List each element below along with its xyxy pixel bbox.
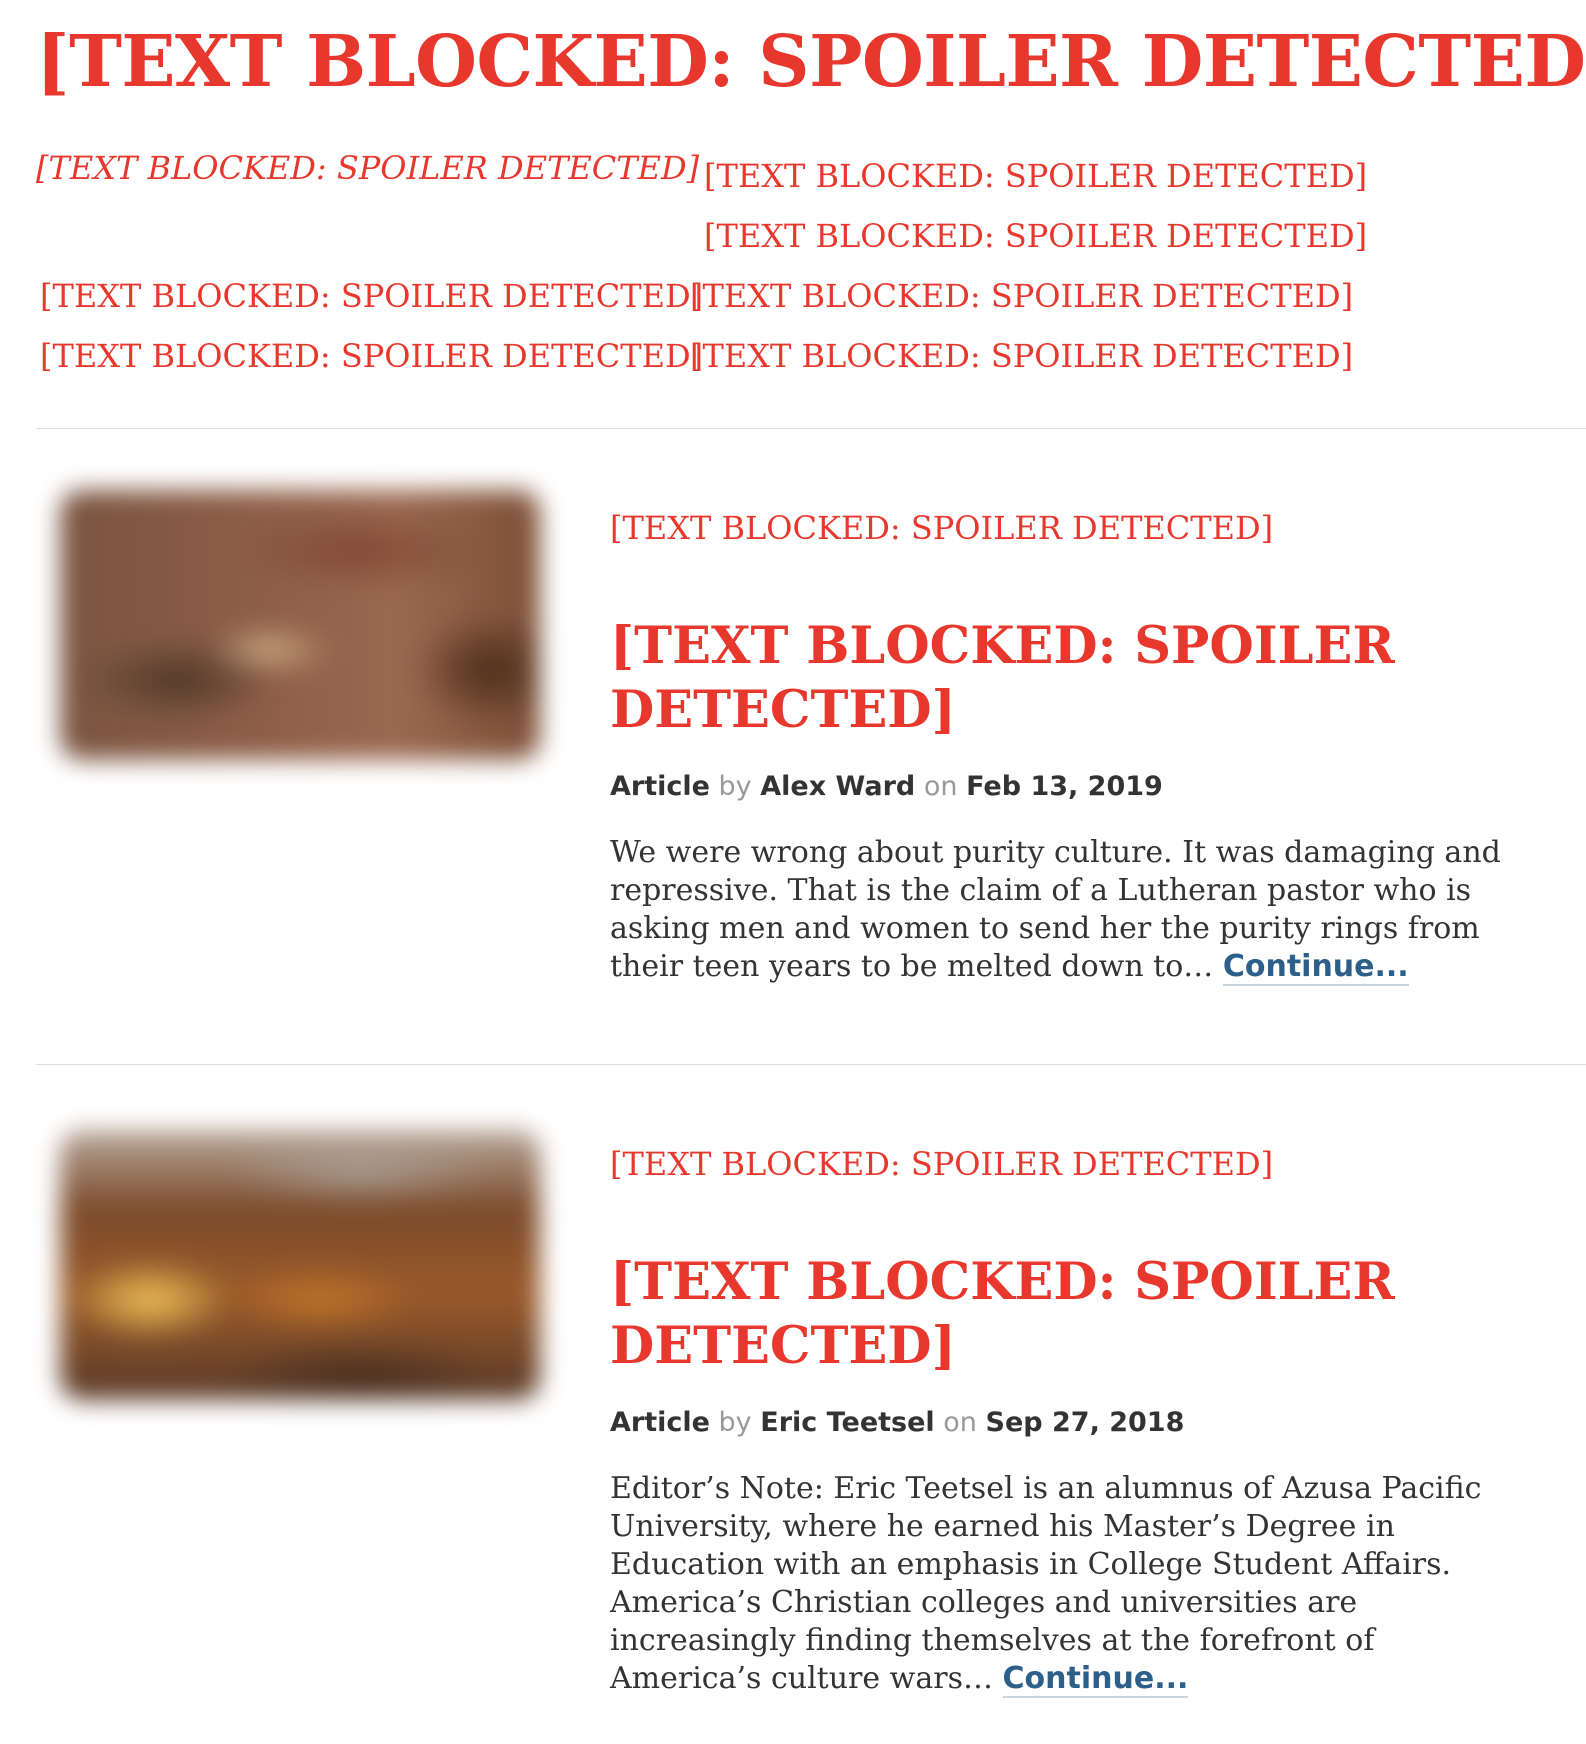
by-label: by: [718, 771, 752, 802]
continue-link[interactable]: Continue...: [1222, 949, 1409, 986]
article-thumbnail[interactable]: [60, 490, 540, 760]
article-headline[interactable]: [TEXT BLOCKED: SPOILER DETECTED]: [610, 1250, 1410, 1378]
article-meta: Article by Eric Teetsel on Sep 27, 2018: [610, 1406, 1184, 1440]
blocked-link-row3-right[interactable]: [TEXT BLOCKED: SPOILER DETECTED]: [690, 276, 1353, 316]
article-thumbnail[interactable]: [60, 1130, 540, 1400]
blocked-link-right-2[interactable]: [TEXT BLOCKED: SPOILER DETECTED]: [704, 216, 1367, 256]
article-author[interactable]: Alex Ward: [760, 771, 915, 802]
article-headline[interactable]: [TEXT BLOCKED: SPOILER DETECTED]: [610, 614, 1410, 742]
article-excerpt: We were wrong about purity culture. It w…: [610, 834, 1510, 986]
on-label: on: [923, 771, 958, 802]
section-divider: [36, 428, 1586, 429]
by-label: by: [718, 1407, 752, 1438]
article-date: Sep 27, 2018: [985, 1407, 1185, 1438]
article-kicker[interactable]: [TEXT BLOCKED: SPOILER DETECTED]: [610, 508, 1273, 548]
section-divider: [36, 1064, 1586, 1065]
article-type: Article: [610, 1407, 710, 1438]
article-excerpt: Editor’s Note: Eric Teetsel is an alumnu…: [610, 1470, 1510, 1698]
article-type: Article: [610, 771, 710, 802]
blocked-link-row4-right[interactable]: [TEXT BLOCKED: SPOILER DETECTED]: [690, 336, 1353, 376]
page-title: [TEXT BLOCKED: SPOILER DETECTED]: [36, 19, 1586, 103]
blocked-link-row4-left[interactable]: [TEXT BLOCKED: SPOILER DETECTED]: [40, 336, 703, 376]
article-kicker[interactable]: [TEXT BLOCKED: SPOILER DETECTED]: [610, 1144, 1273, 1184]
article-author[interactable]: Eric Teetsel: [760, 1407, 934, 1438]
blocked-link-row3-left[interactable]: [TEXT BLOCKED: SPOILER DETECTED]: [40, 276, 703, 316]
article-date: Feb 13, 2019: [966, 771, 1163, 802]
on-label: on: [943, 1407, 977, 1438]
article-meta: Article by Alex Ward on Feb 13, 2019: [610, 770, 1163, 804]
continue-link[interactable]: Continue...: [1002, 1661, 1189, 1698]
blocked-link-right-1[interactable]: [TEXT BLOCKED: SPOILER DETECTED]: [704, 156, 1367, 196]
subtitle-blocked-text: [TEXT BLOCKED: SPOILER DETECTED]: [36, 149, 700, 187]
